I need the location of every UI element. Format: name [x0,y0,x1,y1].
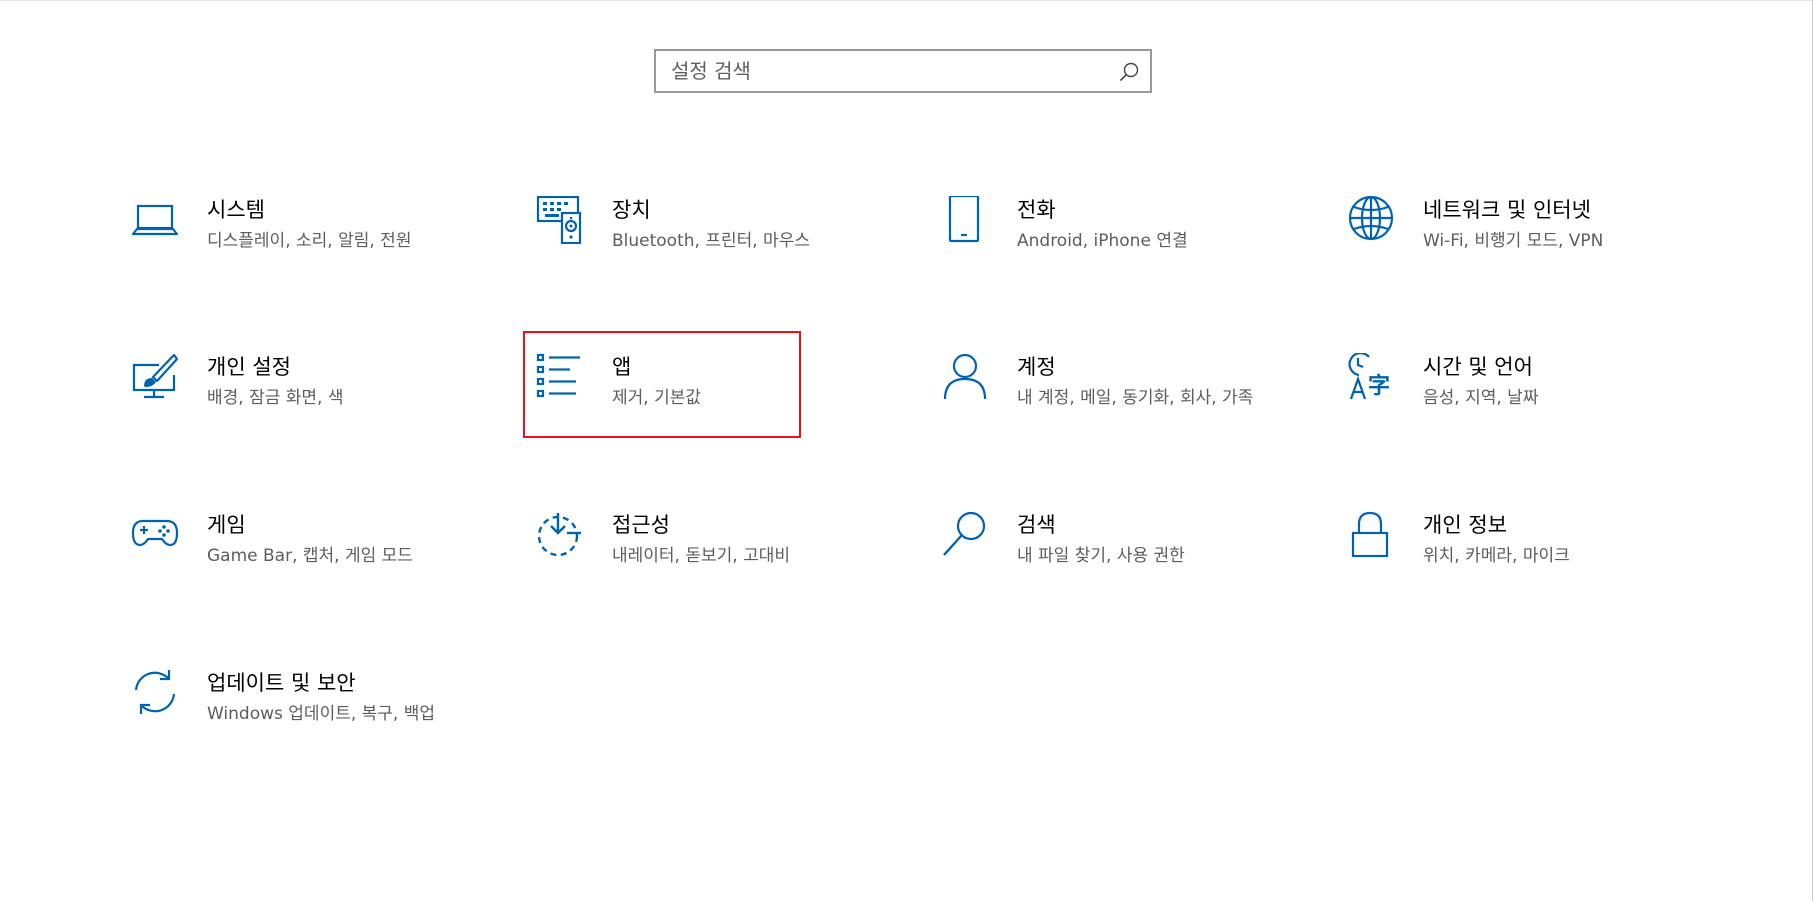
gamepad-icon [131,511,179,559]
phone-icon [941,196,989,244]
tile-search[interactable]: 검색 내 파일 찾기, 사용 권한 [941,511,1336,611]
tile-description: 내 계정, 메일, 동기화, 회사, 가족 [1017,388,1254,408]
personalization-icon [131,353,179,401]
globe-icon [1347,196,1395,244]
tile-title: 개인 정보 [1423,513,1507,537]
tile-description: Bluetooth, 프린터, 마우스 [612,231,810,251]
tile-description: 디스플레이, 소리, 알림, 전원 [207,231,412,251]
tile-update-security[interactable]: 업데이트 및 보안 Windows 업데이트, 복구, 백업 [131,669,526,769]
tile-personalization[interactable]: 개인 설정 배경, 잠금 화면, 색 [131,353,526,453]
person-icon [941,353,989,401]
tile-title: 접근성 [612,513,670,537]
tile-description: Wi-Fi, 비행기 모드, VPN [1423,231,1604,251]
time-language-icon: 字 [1347,353,1395,401]
tile-title: 업데이트 및 보안 [207,671,356,695]
tile-ease-of-access[interactable]: 접근성 내레이터, 돋보기, 고대비 [536,511,931,611]
search-icon[interactable] [1118,61,1140,83]
tile-privacy[interactable]: 개인 정보 위치, 카메라, 마이크 [1347,511,1742,611]
tile-title: 장치 [612,198,651,222]
svg-text:字: 字 [1368,373,1390,399]
tile-description: 배경, 잠금 화면, 색 [207,388,344,408]
sync-icon [131,669,179,717]
tile-accounts[interactable]: 계정 내 계정, 메일, 동기화, 회사, 가족 [941,353,1336,453]
ease-of-access-icon [536,511,584,559]
tile-phone[interactable]: 전화 Android, iPhone 연결 [941,196,1336,296]
lock-icon [1347,511,1395,559]
search-box[interactable] [654,49,1152,93]
tile-description: Game Bar, 캡처, 게임 모드 [207,546,413,566]
tile-description: Android, iPhone 연결 [1017,231,1188,251]
tile-title: 계정 [1017,355,1056,379]
search-input[interactable] [671,51,1101,91]
tile-title: 시간 및 언어 [1423,355,1533,379]
laptop-icon [131,196,179,244]
magnifier-icon [941,511,989,559]
tile-description: 내 파일 찾기, 사용 권한 [1017,546,1185,566]
tile-title: 전화 [1017,198,1056,222]
tile-devices[interactable]: 장치 Bluetooth, 프린터, 마우스 [536,196,931,296]
devices-icon [536,196,584,244]
window-top-border [0,0,1813,1]
tile-time-language[interactable]: 字 시간 및 언어 음성, 지역, 날짜 [1347,353,1742,453]
tile-title: 시스템 [207,198,265,222]
tile-description: 음성, 지역, 날짜 [1423,388,1539,408]
tile-gaming[interactable]: 게임 Game Bar, 캡처, 게임 모드 [131,511,526,611]
tile-description: Windows 업데이트, 복구, 백업 [207,704,436,724]
tile-title: 네트워크 및 인터넷 [1423,198,1591,222]
tile-description: 내레이터, 돋보기, 고대비 [612,546,791,566]
tile-description: 위치, 카메라, 마이크 [1423,546,1570,566]
highlight-box [523,331,801,438]
tile-system[interactable]: 시스템 디스플레이, 소리, 알림, 전원 [131,196,526,296]
tile-title: 게임 [207,513,246,537]
tile-title: 개인 설정 [207,355,291,379]
tile-title: 검색 [1017,513,1056,537]
tile-network[interactable]: 네트워크 및 인터넷 Wi-Fi, 비행기 모드, VPN [1347,196,1742,296]
